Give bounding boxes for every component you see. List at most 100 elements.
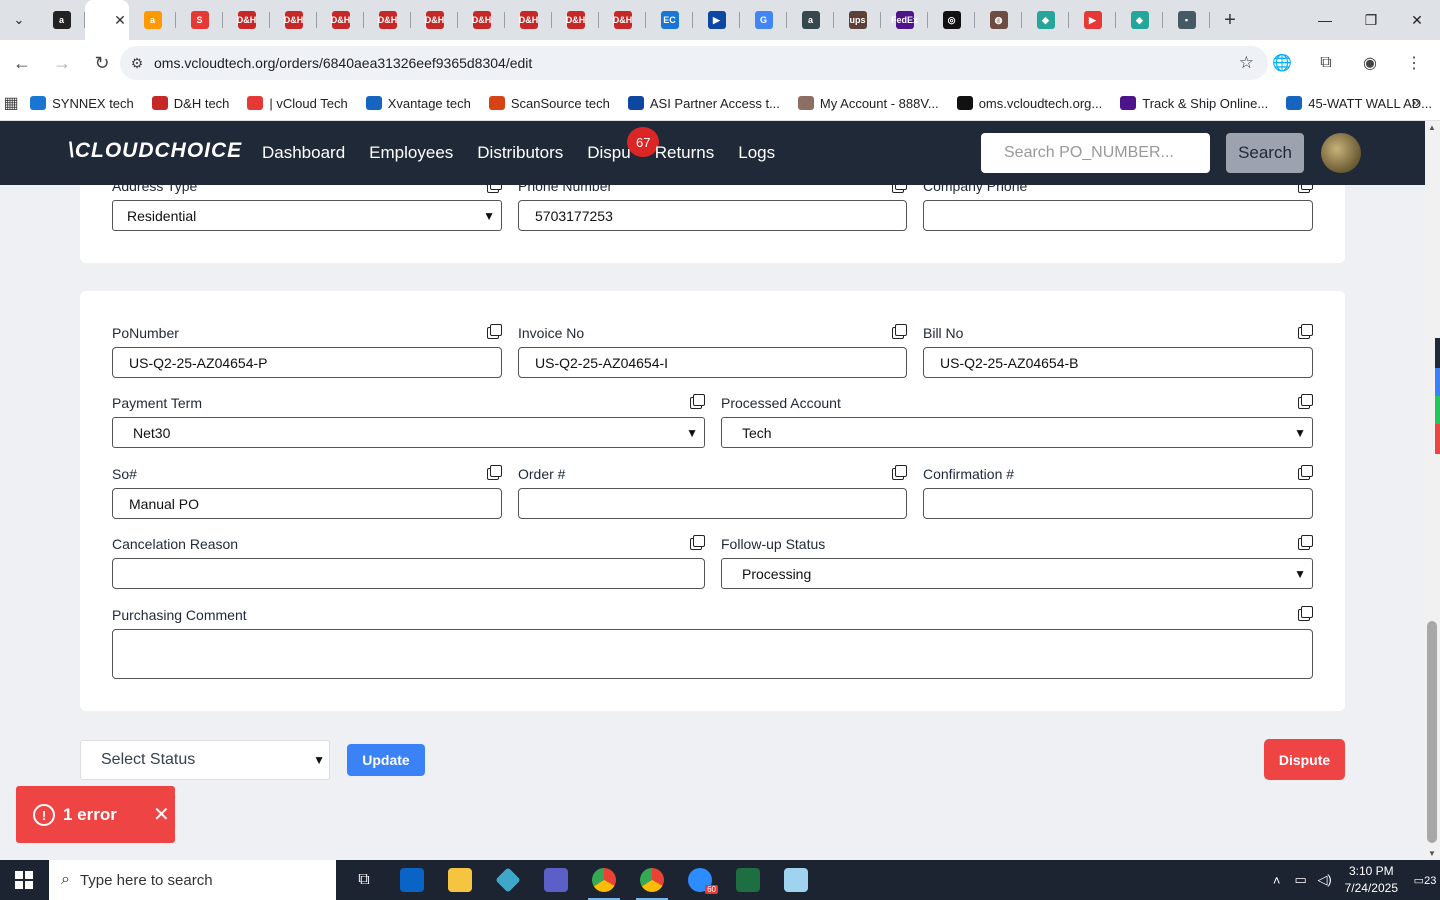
bookmark-item[interactable]: | vCloud Tech bbox=[239, 96, 355, 111]
close-window-icon[interactable]: ✕ bbox=[1394, 0, 1440, 40]
chrome-icon[interactable] bbox=[580, 860, 628, 900]
status-select[interactable]: Select Status ▼ bbox=[80, 740, 330, 780]
nav-disputes[interactable]: Dispu 67 bbox=[587, 127, 660, 163]
browser-tab[interactable]: D&H bbox=[599, 0, 646, 40]
copy-icon[interactable] bbox=[690, 394, 705, 409]
search-button[interactable]: Search bbox=[1226, 133, 1304, 173]
bookmark-item[interactable]: Track & Ship Online... bbox=[1112, 96, 1276, 111]
copy-icon[interactable] bbox=[1298, 606, 1313, 621]
nav-dashboard[interactable]: Dashboard bbox=[262, 143, 345, 163]
translate-icon[interactable]: 🌐 bbox=[1264, 46, 1300, 80]
show-hidden-icons-icon[interactable]: ˄ bbox=[1265, 873, 1289, 888]
browser-tab[interactable]: ▶ bbox=[693, 0, 740, 40]
nav-logs[interactable]: Logs bbox=[738, 143, 775, 163]
close-icon[interactable]: ✕ bbox=[153, 802, 170, 827]
browser-tab[interactable]: D&H bbox=[270, 0, 317, 40]
scroll-down-icon[interactable]: ▼ bbox=[1428, 849, 1436, 858]
copy-icon[interactable] bbox=[1298, 185, 1313, 193]
browser-tab[interactable]: S bbox=[176, 0, 223, 40]
browser-tab[interactable]: a bbox=[38, 0, 85, 40]
volume-icon[interactable]: ◁) bbox=[1313, 872, 1337, 888]
menu-icon[interactable]: ⋮ bbox=[1396, 46, 1432, 80]
browser-tab[interactable]: ◆ bbox=[1022, 0, 1069, 40]
purchasing-comment-textarea[interactable] bbox=[112, 629, 1313, 679]
excel-icon[interactable] bbox=[724, 860, 772, 900]
clock[interactable]: 3:10 PM 7/24/2025 bbox=[1345, 863, 1398, 897]
zoom-icon[interactable]: 60 bbox=[676, 860, 724, 900]
browser-tab[interactable]: D&H bbox=[505, 0, 552, 40]
profile-icon[interactable]: ◉ bbox=[1352, 46, 1388, 80]
browser-tab[interactable]: ✕ bbox=[85, 0, 129, 40]
copy-icon[interactable] bbox=[1298, 465, 1313, 480]
bookmark-item[interactable]: My Account - 888V... bbox=[790, 96, 947, 111]
browser-tab[interactable]: ◎ bbox=[928, 0, 975, 40]
page-scrollbar[interactable]: ▲ ▼ bbox=[1425, 121, 1440, 860]
update-button[interactable]: Update bbox=[347, 744, 425, 776]
bookmark-item[interactable]: D&H tech bbox=[144, 96, 238, 111]
omnibox[interactable]: ⚙ oms.vcloudtech.org/orders/6840aea31326… bbox=[120, 46, 1268, 80]
extensions-icon[interactable]: ⧉ bbox=[1308, 46, 1344, 80]
nav-distributors[interactable]: Distributors bbox=[477, 143, 563, 163]
so-number-field[interactable]: Manual PO bbox=[112, 488, 502, 519]
copy-icon[interactable] bbox=[1298, 535, 1313, 550]
copy-icon[interactable] bbox=[487, 465, 502, 480]
browser-tab[interactable]: ▪ bbox=[1163, 0, 1210, 40]
start-button[interactable] bbox=[0, 860, 48, 900]
company-phone-field[interactable] bbox=[923, 200, 1313, 231]
tab-search-chevron-icon[interactable]: ⌄ bbox=[0, 0, 38, 40]
nav-employees[interactable]: Employees bbox=[369, 143, 453, 163]
browser-tab[interactable]: D&H bbox=[458, 0, 505, 40]
dispute-button[interactable]: Dispute bbox=[1264, 739, 1345, 780]
browser-tab[interactable]: G bbox=[740, 0, 787, 40]
forward-icon[interactable]: → bbox=[44, 45, 80, 81]
close-tab-icon[interactable]: ✕ bbox=[114, 12, 126, 29]
apps-grid-icon[interactable]: ▦ bbox=[0, 93, 22, 113]
browser-tab[interactable]: a bbox=[787, 0, 834, 40]
notifications-icon[interactable]: ▭23 bbox=[1410, 874, 1440, 887]
app-diamond-icon[interactable] bbox=[484, 860, 532, 900]
reload-icon[interactable]: ↻ bbox=[84, 45, 120, 81]
copy-icon[interactable] bbox=[487, 324, 502, 339]
po-search-input[interactable]: Search PO_NUMBER... bbox=[981, 133, 1210, 173]
copy-icon[interactable] bbox=[892, 324, 907, 339]
scrollbar-thumb[interactable] bbox=[1427, 621, 1437, 843]
browser-tab[interactable]: ▶ bbox=[1069, 0, 1116, 40]
bookmark-item[interactable]: SYNNEX tech bbox=[22, 96, 142, 111]
browser-tab[interactable]: D&H bbox=[317, 0, 364, 40]
address-type-select[interactable]: Residential ▼ bbox=[112, 200, 502, 231]
url-text[interactable]: oms.vcloudtech.org/orders/6840aea31326ee… bbox=[154, 55, 532, 71]
bill-no-field[interactable]: US-Q2-25-AZ04654-B bbox=[923, 347, 1313, 378]
browser-tab[interactable]: D&H bbox=[223, 0, 270, 40]
notepad-icon[interactable] bbox=[772, 860, 820, 900]
bookmark-item[interactable]: Xvantage tech bbox=[358, 96, 479, 111]
nav-returns[interactable]: Returns bbox=[655, 143, 715, 163]
restore-icon[interactable]: ❐ bbox=[1348, 0, 1394, 40]
file-explorer-icon[interactable] bbox=[436, 860, 484, 900]
user-avatar[interactable] bbox=[1321, 133, 1361, 173]
po-number-field[interactable]: US-Q2-25-AZ04654-P bbox=[112, 347, 502, 378]
browser-tab[interactable]: FedEx bbox=[881, 0, 928, 40]
new-tab-button[interactable]: + bbox=[1210, 0, 1250, 40]
browser-tab[interactable]: ◍ bbox=[975, 0, 1022, 40]
browser-tab[interactable]: a bbox=[129, 0, 176, 40]
bookmarks-more-icon[interactable]: » bbox=[1411, 94, 1420, 112]
bookmark-item[interactable]: oms.vcloudtech.org... bbox=[949, 96, 1111, 111]
followup-status-select[interactable]: Processing ▼ bbox=[721, 558, 1313, 589]
bookmark-star-icon[interactable]: ☆ bbox=[1239, 53, 1254, 73]
browser-tab[interactable]: ups bbox=[834, 0, 881, 40]
network-icon[interactable]: ▭ bbox=[1289, 872, 1313, 888]
scroll-up-icon[interactable]: ▲ bbox=[1428, 123, 1436, 132]
phone-number-field[interactable]: 5703177253 bbox=[518, 200, 907, 231]
copy-icon[interactable] bbox=[892, 465, 907, 480]
teams-icon[interactable] bbox=[532, 860, 580, 900]
copy-icon[interactable] bbox=[1298, 394, 1313, 409]
taskbar-search[interactable]: ⌕ Type here to search bbox=[49, 860, 336, 900]
order-number-field[interactable] bbox=[518, 488, 907, 519]
copy-icon[interactable] bbox=[487, 185, 502, 193]
browser-tab[interactable]: ◆ bbox=[1116, 0, 1163, 40]
browser-tab[interactable]: EC bbox=[646, 0, 693, 40]
task-view-icon[interactable]: ⧉ bbox=[340, 860, 388, 900]
back-icon[interactable]: ← bbox=[4, 45, 40, 81]
copy-icon[interactable] bbox=[1298, 324, 1313, 339]
browser-tab[interactable]: D&H bbox=[411, 0, 458, 40]
